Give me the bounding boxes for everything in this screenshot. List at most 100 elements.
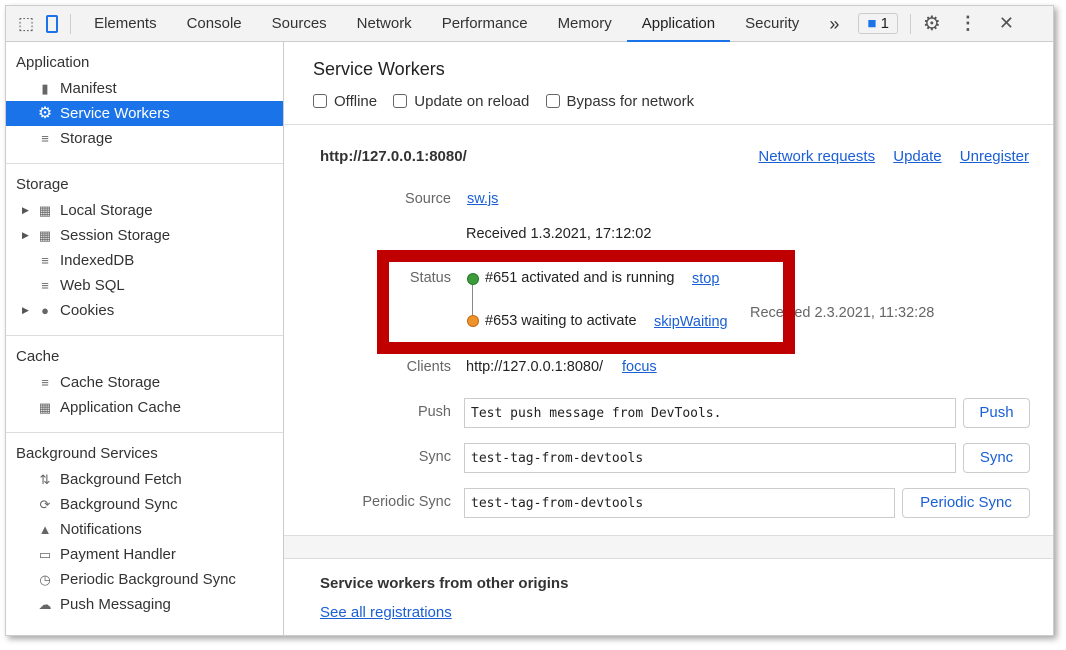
close-icon[interactable]: ✕	[999, 13, 1014, 34]
issue-icon: ■	[867, 15, 881, 32]
highlight-box	[377, 250, 795, 354]
source-label: Source	[405, 191, 451, 207]
sync-input[interactable]: test-tag-from-devtools	[464, 443, 956, 473]
bypass-for-network-checkbox[interactable]: Bypass for network	[545, 93, 695, 110]
unregister-link[interactable]: Unregister	[960, 148, 1029, 165]
database-icon: ≡	[41, 375, 49, 390]
sidebar-item-push-messaging[interactable]: ☁ Push Messaging	[6, 592, 283, 617]
tab-console[interactable]: Console	[172, 6, 257, 42]
table-icon: ▦	[38, 203, 52, 218]
sidebar-item-local-storage[interactable]: ▶ ▦ Local Storage	[6, 198, 283, 223]
periodic-sync-button[interactable]: Periodic Sync	[902, 488, 1030, 518]
arrows-up-down-icon: ⇅	[39, 472, 51, 487]
label: Periodic Background Sync	[60, 571, 236, 588]
expand-arrow-icon[interactable]: ▶	[22, 223, 29, 248]
page-title: Service Workers	[313, 59, 445, 79]
clients-label: Clients	[406, 359, 451, 375]
label: Service Workers	[60, 105, 170, 122]
client-url: http://127.0.0.1:8080/	[466, 359, 604, 375]
tab-performance[interactable]: Performance	[427, 6, 543, 42]
credit-card-icon: ▭	[38, 547, 52, 562]
more-options-icon[interactable]: ⋮	[959, 13, 977, 34]
label: Storage	[60, 130, 113, 147]
sidebar-item-indexeddb[interactable]: ≡ IndexedDB	[6, 248, 283, 273]
sidebar-item-cookies[interactable]: ▶ ● Cookies	[6, 298, 283, 323]
tab-sources[interactable]: Sources	[257, 6, 342, 42]
label: Cache Storage	[60, 374, 161, 391]
label: IndexedDB	[60, 252, 135, 269]
label: Offline	[334, 93, 378, 110]
section-cache: Cache	[16, 348, 60, 365]
sidebar-item-payment-handler[interactable]: ▭ Payment Handler	[6, 542, 283, 567]
update-on-reload-checkbox[interactable]: Update on reload	[393, 93, 529, 110]
focus-link[interactable]: focus	[622, 359, 657, 375]
sidebar-item-web-sql[interactable]: ≡ Web SQL	[6, 273, 283, 298]
label: Session Storage	[60, 227, 171, 244]
cloud-icon: ☁	[38, 597, 52, 612]
sidebar: Application ▮ Manifest ⚙ Service Workers ≡…	[6, 42, 284, 635]
sidebar-item-cache-storage[interactable]: ≡ Cache Storage	[6, 370, 283, 395]
sidebar-item-notifications[interactable]: ▲ Notifications	[6, 517, 283, 542]
sidebar-item-background-fetch[interactable]: ⇅ Background Fetch	[6, 467, 283, 492]
issues-button[interactable]: ■ 1	[858, 13, 898, 34]
toolbar: ⬚ Elements Console Sources Network Perfo…	[6, 6, 1053, 42]
push-label: Push	[417, 404, 451, 420]
origin: http://127.0.0.1:8080/	[320, 148, 467, 165]
table-icon: ▦	[38, 228, 52, 243]
gear-icon: ⚙	[37, 105, 53, 122]
sidebar-item-storage[interactable]: ≡ Storage	[6, 126, 283, 151]
more-tabs-button[interactable]: »	[814, 6, 854, 42]
options-row: Offline Update on reload Bypass for netw…	[313, 93, 694, 110]
table-icon: ▦	[38, 400, 52, 415]
clock-icon: ◷	[39, 572, 51, 587]
push-input[interactable]: Test push message from DevTools.	[464, 398, 956, 428]
source-file-link[interactable]: sw.js	[467, 191, 498, 207]
bell-icon: ▲	[38, 522, 52, 537]
inspect-element-icon[interactable]: ⬚	[18, 14, 34, 34]
network-requests-link[interactable]: Network requests	[758, 148, 875, 165]
tab-elements[interactable]: Elements	[79, 6, 172, 42]
sidebar-item-background-sync[interactable]: ⟳ Background Sync	[6, 492, 283, 517]
label: Payment Handler	[60, 546, 176, 563]
issues-count: 1	[880, 15, 889, 32]
section-background-services: Background Services	[16, 445, 158, 462]
section-storage: Storage	[16, 176, 69, 193]
file-icon: ▮	[41, 81, 49, 96]
periodic-sync-label: Periodic Sync	[362, 494, 451, 510]
tab-application[interactable]: Application	[626, 6, 731, 42]
cookie-icon: ●	[41, 303, 49, 318]
label: Application Cache	[60, 399, 181, 416]
tab-memory[interactable]: Memory	[543, 6, 627, 42]
gear-icon[interactable]: ⚙	[923, 11, 941, 36]
push-button[interactable]: Push	[963, 398, 1030, 428]
sidebar-item-service-workers[interactable]: ⚙ Service Workers	[6, 101, 283, 126]
received-time: Received 1.3.2021, 17:12:02	[466, 226, 652, 242]
tab-network[interactable]: Network	[342, 6, 427, 42]
database-icon: ≡	[41, 131, 49, 146]
offline-checkbox[interactable]: Offline	[313, 93, 377, 110]
devtools-window: ⬚ Elements Console Sources Network Perfo…	[5, 5, 1054, 636]
see-all-registrations-link[interactable]: See all registrations	[320, 604, 452, 621]
sidebar-item-periodic-background-sync[interactable]: ◷ Periodic Background Sync	[6, 567, 283, 592]
service-workers-panel: Service Workers Offline Update on reload…	[284, 42, 1053, 635]
sidebar-item-session-storage[interactable]: ▶ ▦ Session Storage	[6, 223, 283, 248]
label: Background Fetch	[60, 471, 182, 488]
database-icon: ≡	[41, 253, 49, 268]
label: Web SQL	[60, 277, 125, 294]
tab-security[interactable]: Security	[730, 6, 814, 42]
other-origins-title: Service workers from other origins	[320, 575, 569, 592]
label: Bypass for network	[566, 93, 695, 110]
periodic-sync-input[interactable]: test-tag-from-devtools	[464, 488, 895, 518]
sidebar-item-manifest[interactable]: ▮ Manifest	[6, 76, 283, 101]
sync-label: Sync	[418, 449, 451, 465]
update-link[interactable]: Update	[893, 148, 941, 165]
expand-arrow-icon[interactable]: ▶	[22, 198, 29, 223]
label: Manifest	[60, 80, 117, 97]
origin-links: Network requests Update Unregister	[758, 148, 1029, 165]
device-toolbar-icon[interactable]	[46, 14, 59, 33]
sync-button[interactable]: Sync	[963, 443, 1030, 473]
expand-arrow-icon[interactable]: ▶	[22, 298, 29, 323]
label: Update on reload	[414, 93, 530, 110]
sidebar-item-application-cache[interactable]: ▦ Application Cache	[6, 395, 283, 420]
label: Cookies	[60, 302, 115, 319]
